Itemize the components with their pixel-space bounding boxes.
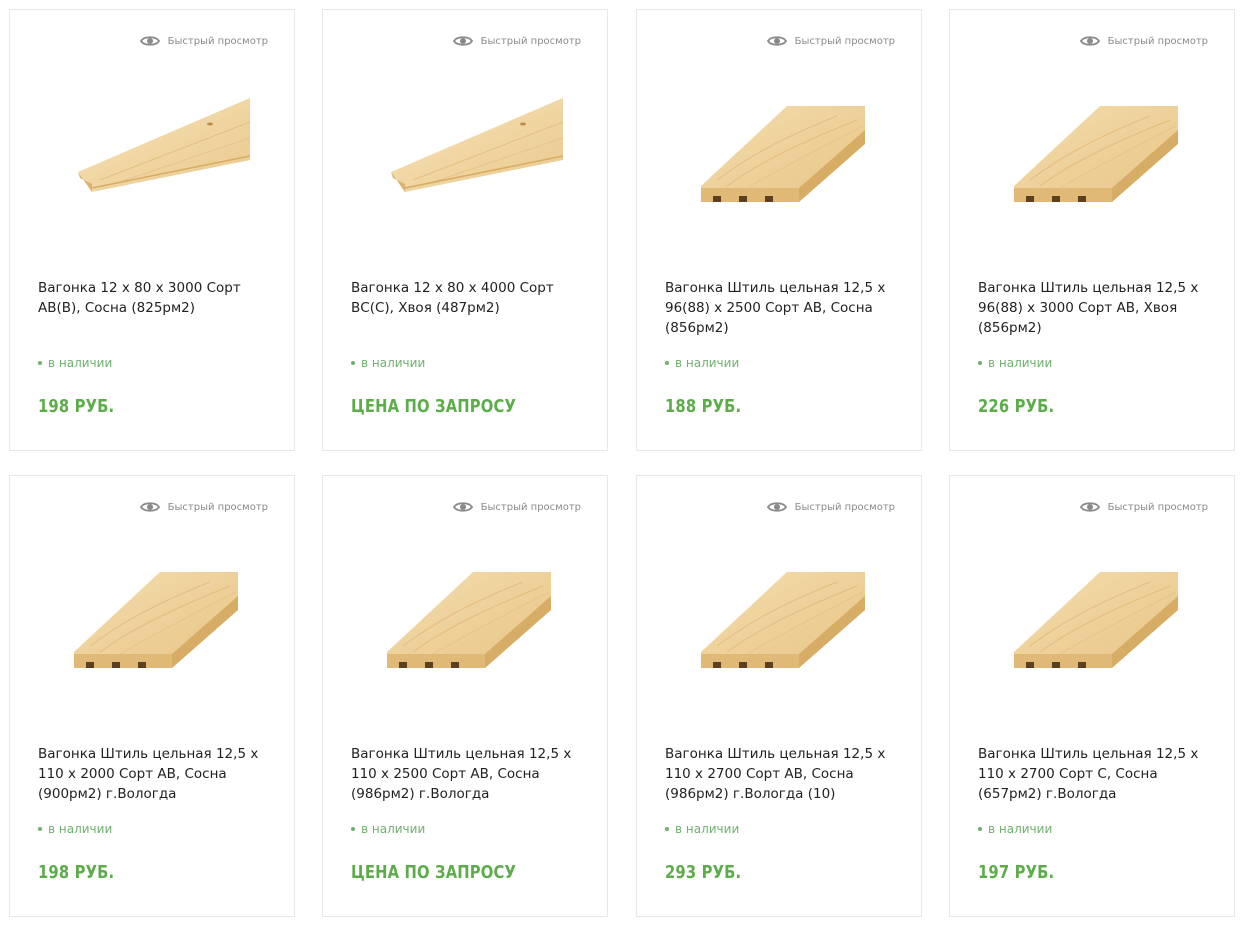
- quick-view-label: Быстрый просмотр: [1107, 35, 1208, 47]
- product-image[interactable]: [60, 60, 250, 240]
- product-title[interactable]: Вагонка Штиль цельная 12,5 х 110 х 2700 …: [665, 744, 901, 804]
- wood-panel-image: [74, 572, 238, 668]
- stock-status: в наличии: [38, 822, 112, 836]
- stock-status: в наличии: [978, 356, 1052, 370]
- product-title[interactable]: Вагонка 12 х 80 х 3000 Сорт АВ(В), Сосна…: [38, 278, 274, 318]
- eye-icon: [766, 36, 787, 46]
- quick-view-label: Быстрый просмотр: [167, 501, 268, 513]
- product-title[interactable]: Вагонка 12 х 80 х 4000 Сорт ВС(С), Хвоя …: [351, 278, 587, 318]
- product-title[interactable]: Вагонка Штиль цельная 12,5 х 96(88) х 25…: [665, 278, 901, 338]
- product-card[interactable]: Быстрый просмотр Вагонка 12 х 80 х 3000 …: [9, 9, 295, 451]
- product-title[interactable]: Вагонка Штиль цельная 12,5 х 110 х 2500 …: [351, 744, 587, 804]
- product-image[interactable]: [1000, 60, 1190, 240]
- product-card[interactable]: Быстрый просмотр Вагонка Штиль цельная 1…: [322, 475, 608, 917]
- stock-status: в наличии: [351, 356, 425, 370]
- quick-view-button[interactable]: Быстрый просмотр: [452, 32, 581, 50]
- product-title[interactable]: Вагонка Штиль цельная 12,5 х 110 х 2000 …: [38, 744, 274, 804]
- product-card[interactable]: Быстрый просмотр Вагонка Штиль цельная 1…: [949, 9, 1235, 451]
- stock-label: в наличии: [988, 356, 1053, 370]
- product-title[interactable]: Вагонка Штиль цельная 12,5 х 110 х 2700 …: [978, 744, 1214, 804]
- stock-label: в наличии: [361, 822, 426, 836]
- stock-dot: [978, 827, 982, 831]
- quick-view-label: Быстрый просмотр: [794, 35, 895, 47]
- stock-status: в наличии: [38, 356, 112, 370]
- eye-icon: [1079, 502, 1100, 512]
- eye-icon: [452, 36, 473, 46]
- quick-view-label: Быстрый просмотр: [480, 35, 581, 47]
- quick-view-label: Быстрый просмотр: [794, 501, 895, 513]
- stock-dot: [351, 827, 355, 831]
- product-card[interactable]: Быстрый просмотр Вагонка 12 х 80 х 4000 …: [322, 9, 608, 451]
- wood-panel-image: [1014, 572, 1178, 668]
- stock-dot: [38, 361, 42, 365]
- quick-view-label: Быстрый просмотр: [167, 35, 268, 47]
- product-price: ЦЕНА ПО ЗАПРОСУ: [351, 396, 517, 417]
- wood-panel-image: [701, 572, 865, 668]
- quick-view-button[interactable]: Быстрый просмотр: [1079, 498, 1208, 516]
- product-price: 226 РУБ.: [978, 396, 1055, 417]
- stock-label: в наличии: [988, 822, 1053, 836]
- eye-icon: [139, 36, 160, 46]
- quick-view-button[interactable]: Быстрый просмотр: [139, 498, 268, 516]
- stock-status: в наличии: [665, 822, 739, 836]
- wood-panel-image: [391, 98, 563, 192]
- stock-label: в наличии: [361, 356, 426, 370]
- eye-icon: [139, 502, 160, 512]
- product-price: 188 РУБ.: [665, 396, 742, 417]
- eye-icon: [766, 502, 787, 512]
- product-card[interactable]: Быстрый просмотр Вагонка Штиль цельная 1…: [949, 475, 1235, 917]
- product-price: 293 РУБ.: [665, 862, 742, 883]
- quick-view-button[interactable]: Быстрый просмотр: [452, 498, 581, 516]
- quick-view-label: Быстрый просмотр: [480, 501, 581, 513]
- stock-label: в наличии: [48, 822, 113, 836]
- product-card[interactable]: Быстрый просмотр Вагонка Штиль цельная 1…: [9, 475, 295, 917]
- product-card[interactable]: Быстрый просмотр Вагонка Штиль цельная 1…: [636, 9, 922, 451]
- stock-dot: [665, 361, 669, 365]
- stock-dot: [38, 827, 42, 831]
- stock-dot: [665, 827, 669, 831]
- product-price: 197 РУБ.: [978, 862, 1055, 883]
- quick-view-button[interactable]: Быстрый просмотр: [139, 32, 268, 50]
- stock-dot: [978, 361, 982, 365]
- quick-view-label: Быстрый просмотр: [1107, 501, 1208, 513]
- product-image[interactable]: [1000, 526, 1190, 706]
- product-image[interactable]: [687, 60, 877, 240]
- wood-panel-image: [387, 572, 551, 668]
- product-image[interactable]: [60, 526, 250, 706]
- stock-status: в наличии: [351, 822, 425, 836]
- wood-panel-image: [701, 106, 865, 202]
- product-price: 198 РУБ.: [38, 396, 115, 417]
- quick-view-button[interactable]: Быстрый просмотр: [1079, 32, 1208, 50]
- stock-status: в наличии: [978, 822, 1052, 836]
- stock-status: в наличии: [665, 356, 739, 370]
- stock-label: в наличии: [48, 356, 113, 370]
- quick-view-button[interactable]: Быстрый просмотр: [766, 32, 895, 50]
- wood-panel-image: [1014, 106, 1178, 202]
- product-image[interactable]: [373, 526, 563, 706]
- quick-view-button[interactable]: Быстрый просмотр: [766, 498, 895, 516]
- wood-panel-image: [78, 98, 250, 192]
- product-image[interactable]: [687, 526, 877, 706]
- product-image[interactable]: [373, 60, 563, 240]
- stock-dot: [351, 361, 355, 365]
- eye-icon: [1079, 36, 1100, 46]
- product-card[interactable]: Быстрый просмотр Вагонка Штиль цельная 1…: [636, 475, 922, 917]
- eye-icon: [452, 502, 473, 512]
- product-title[interactable]: Вагонка Штиль цельная 12,5 х 96(88) х 30…: [978, 278, 1214, 338]
- product-price: ЦЕНА ПО ЗАПРОСУ: [351, 862, 517, 883]
- stock-label: в наличии: [675, 356, 740, 370]
- stock-label: в наличии: [675, 822, 740, 836]
- product-price: 198 РУБ.: [38, 862, 115, 883]
